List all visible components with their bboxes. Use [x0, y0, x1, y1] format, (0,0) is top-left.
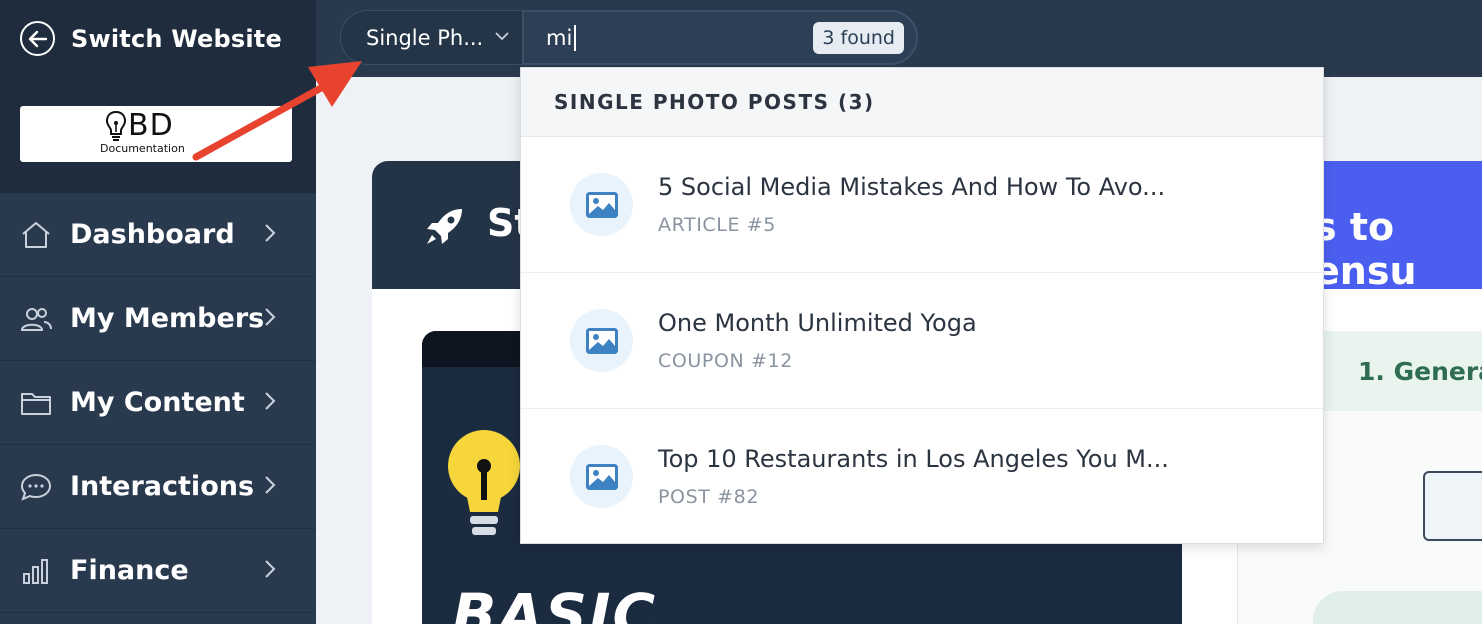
results-group-header: SINGLE PHOTO POSTS (3) — [521, 68, 1323, 137]
result-subtitle: ARTICLE #5 — [658, 214, 776, 236]
switch-website-label: Switch Website — [71, 24, 282, 53]
sidebar-item-members[interactable]: My Members — [0, 277, 316, 361]
result-title: 5 Social Media Mistakes And How To Avo..… — [658, 173, 1166, 201]
search-query: mi — [546, 25, 573, 50]
search-input[interactable]: mi 3 found — [522, 10, 918, 65]
lightbulb-icon — [105, 110, 127, 141]
image-icon — [570, 309, 633, 372]
video-title-text: BASIC — [452, 581, 658, 624]
lightbulb-icon — [448, 430, 520, 535]
sidebar-item-label: Finance — [70, 555, 189, 586]
chat-icon — [20, 471, 52, 503]
folder-icon — [20, 387, 52, 419]
post-type-selected: Single Ph... — [366, 25, 484, 50]
search-result-item[interactable]: 5 Social Media Mistakes And How To Avo..… — [521, 137, 1323, 273]
sidebar-item-label: My Members — [70, 303, 265, 334]
step-heading: 1. Genera — [1358, 357, 1482, 386]
illustration-image — [1423, 471, 1482, 541]
rocket-icon — [427, 209, 462, 244]
logo-subtext: Documentation — [100, 142, 185, 155]
sidebar-item-dashboard[interactable]: Dashboard — [0, 193, 316, 277]
result-title: Top 10 Restaurants in Los Angeles You M.… — [658, 445, 1169, 473]
sidebar-item-label: Dashboard — [70, 219, 235, 250]
annotation-arrow — [192, 61, 362, 161]
task-button[interactable] — [1313, 591, 1482, 624]
sidebar-item-label: Interactions — [70, 471, 255, 502]
results-count-badge: 3 found — [813, 22, 904, 54]
result-subtitle: POST #82 — [658, 486, 760, 508]
sidebar-item-content[interactable]: My Content — [0, 361, 316, 445]
search-results-dropdown: SINGLE PHOTO POSTS (3) 5 Social Media Mi… — [520, 67, 1324, 544]
chevron-right-icon — [265, 560, 276, 578]
chevron-right-icon — [265, 308, 276, 326]
home-icon — [20, 219, 52, 251]
bar-chart-icon — [20, 555, 52, 587]
result-title: One Month Unlimited Yoga — [658, 309, 977, 337]
card-title-right: s to ensu — [1314, 205, 1417, 293]
chevron-down-icon — [495, 32, 509, 41]
chevron-right-icon — [265, 476, 276, 494]
chevron-right-icon — [265, 392, 276, 410]
logo-text: BD — [128, 108, 174, 143]
users-icon — [20, 303, 52, 335]
chevron-right-icon — [265, 224, 276, 242]
sidebar-item-finance[interactable]: Finance — [0, 529, 316, 613]
result-subtitle: COUPON #12 — [658, 350, 793, 372]
text-caret — [574, 24, 577, 51]
arrow-left-icon — [20, 21, 55, 56]
sidebar-item-interactions[interactable]: Interactions — [0, 445, 316, 529]
search-result-item[interactable]: One Month Unlimited Yoga COUPON #12 — [521, 273, 1323, 409]
sidebar-item-label: My Content — [70, 387, 245, 418]
image-icon — [570, 445, 633, 508]
search-result-item[interactable]: Top 10 Restaurants in Los Angeles You M.… — [521, 409, 1323, 545]
image-icon — [570, 173, 633, 236]
